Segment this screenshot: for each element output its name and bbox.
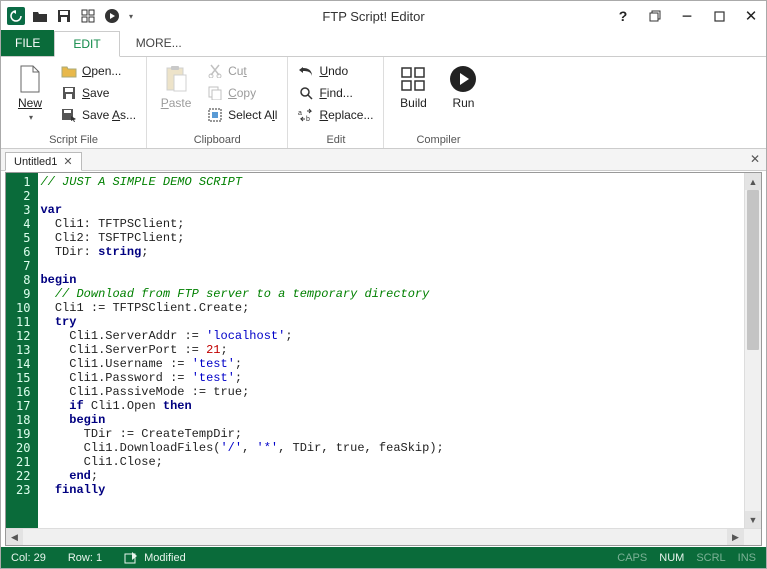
save-label: Save [82, 86, 109, 100]
find-icon [298, 85, 314, 101]
chevron-down-icon: ▾ [29, 113, 33, 122]
run-icon[interactable] [103, 7, 121, 25]
new-label: New [18, 96, 42, 110]
folder-open-icon [61, 63, 77, 79]
horizontal-scrollbar[interactable]: ◀ ▶ [6, 528, 761, 545]
restore-icon[interactable] [646, 7, 664, 25]
copy-button: Copy [205, 83, 279, 103]
undo-button[interactable]: Undo [296, 61, 375, 81]
ribbon-group-script-file: New ▾ Open... Save Save As... Script Fil… [1, 57, 147, 148]
ribbon-group-compiler: Build Run Compiler [384, 57, 492, 148]
save-as-button[interactable]: Save As... [59, 105, 138, 125]
scroll-thumb[interactable] [747, 190, 759, 350]
ribbon-tab-bar: FILE EDIT MORE... [1, 31, 766, 57]
select-all-label: Select All [228, 108, 277, 122]
scroll-track[interactable] [23, 529, 727, 545]
build-icon [399, 65, 427, 93]
group-label-clipboard: Clipboard [155, 132, 279, 146]
document-tab-untitled1[interactable]: Untitled1 ✕ [5, 152, 82, 171]
new-button[interactable]: New ▾ [9, 61, 51, 132]
ribbon-group-clipboard: Paste Cut Copy Select All Clipboard [147, 57, 288, 148]
vertical-scrollbar[interactable]: ▲ ▼ [744, 173, 761, 528]
group-label-script-file: Script File [9, 132, 138, 146]
maximize-icon[interactable] [710, 7, 728, 25]
title-bar: ▾ FTP Script! Editor ? − ✕ [1, 1, 766, 31]
close-tab-icon[interactable]: ✕ [63, 155, 72, 168]
scroll-down-icon[interactable]: ▼ [745, 511, 761, 528]
undo-label: Undo [319, 64, 348, 78]
replace-icon: ab [298, 107, 314, 123]
group-label-edit: Edit [296, 132, 375, 146]
status-ins: INS [738, 552, 756, 564]
save-as-icon [61, 107, 77, 123]
status-num: NUM [659, 552, 684, 564]
select-all-button[interactable]: Select All [205, 105, 279, 125]
replace-button[interactable]: ab Replace... [296, 105, 375, 125]
minimize-icon[interactable]: − [678, 7, 696, 25]
run-button[interactable]: Run [442, 61, 484, 132]
save-button[interactable]: Save [59, 83, 138, 103]
tab-edit[interactable]: EDIT [54, 31, 119, 57]
cut-icon [207, 63, 223, 79]
build-button[interactable]: Build [392, 61, 434, 132]
help-icon[interactable]: ? [614, 7, 632, 25]
status-modified: Modified [124, 552, 186, 564]
tab-more[interactable]: MORE... [120, 30, 198, 56]
editor: 1234567891011121314151617181920212223 //… [5, 172, 762, 546]
find-button[interactable]: Find... [296, 83, 375, 103]
window-title: FTP Script! Editor [133, 9, 614, 24]
line-number-gutter: 1234567891011121314151617181920212223 [6, 173, 36, 528]
document-tab-bar: Untitled1 ✕ ✕ [1, 149, 766, 171]
save-as-label: Save As... [82, 108, 136, 122]
run-label: Run [452, 96, 474, 110]
status-caps: CAPS [617, 552, 647, 564]
new-file-icon [16, 65, 44, 93]
status-col: Col: 29 [11, 552, 46, 564]
status-bar: Col: 29 Row: 1 Modified CAPS NUM SCRL IN… [1, 547, 766, 568]
app-icon [7, 7, 25, 25]
cut-label: Cut [228, 64, 247, 78]
run-play-icon [449, 65, 477, 93]
svg-text:b: b [306, 116, 310, 122]
modified-icon [124, 552, 138, 564]
tab-file[interactable]: FILE [1, 30, 54, 56]
scroll-right-icon[interactable]: ▶ [727, 529, 744, 545]
scroll-corner [744, 529, 761, 545]
close-icon[interactable]: ✕ [742, 7, 760, 25]
paste-icon [162, 65, 190, 93]
save-icon [61, 85, 77, 101]
build-label: Build [400, 96, 427, 110]
code-area[interactable]: // JUST A SIMPLE DEMO SCRIPT var Cli1: T… [36, 173, 744, 528]
close-all-tabs-icon[interactable]: ✕ [750, 152, 760, 166]
ribbon-group-edit: Undo Find... ab Replace... Edit [288, 57, 384, 148]
open-icon[interactable] [31, 7, 49, 25]
find-label: Find... [319, 86, 352, 100]
ribbon: New ▾ Open... Save Save As... Script Fil… [1, 57, 766, 149]
save-icon[interactable] [55, 7, 73, 25]
scroll-up-icon[interactable]: ▲ [745, 173, 761, 190]
scroll-left-icon[interactable]: ◀ [6, 529, 23, 545]
svg-text:a: a [298, 110, 302, 117]
open-button[interactable]: Open... [59, 61, 138, 81]
select-all-icon [207, 107, 223, 123]
group-label-compiler: Compiler [392, 132, 484, 146]
undo-icon [298, 63, 314, 79]
paste-label: Paste [161, 96, 192, 110]
open-label: Open... [82, 64, 121, 78]
replace-label: Replace... [319, 108, 373, 122]
cut-button: Cut [205, 61, 279, 81]
status-row: Row: 1 [68, 552, 102, 564]
paste-button: Paste [155, 61, 197, 132]
status-scrl: SCRL [696, 552, 725, 564]
copy-icon [207, 85, 223, 101]
document-tab-label: Untitled1 [14, 156, 57, 168]
copy-label: Copy [228, 86, 256, 100]
grid-icon[interactable] [79, 7, 97, 25]
